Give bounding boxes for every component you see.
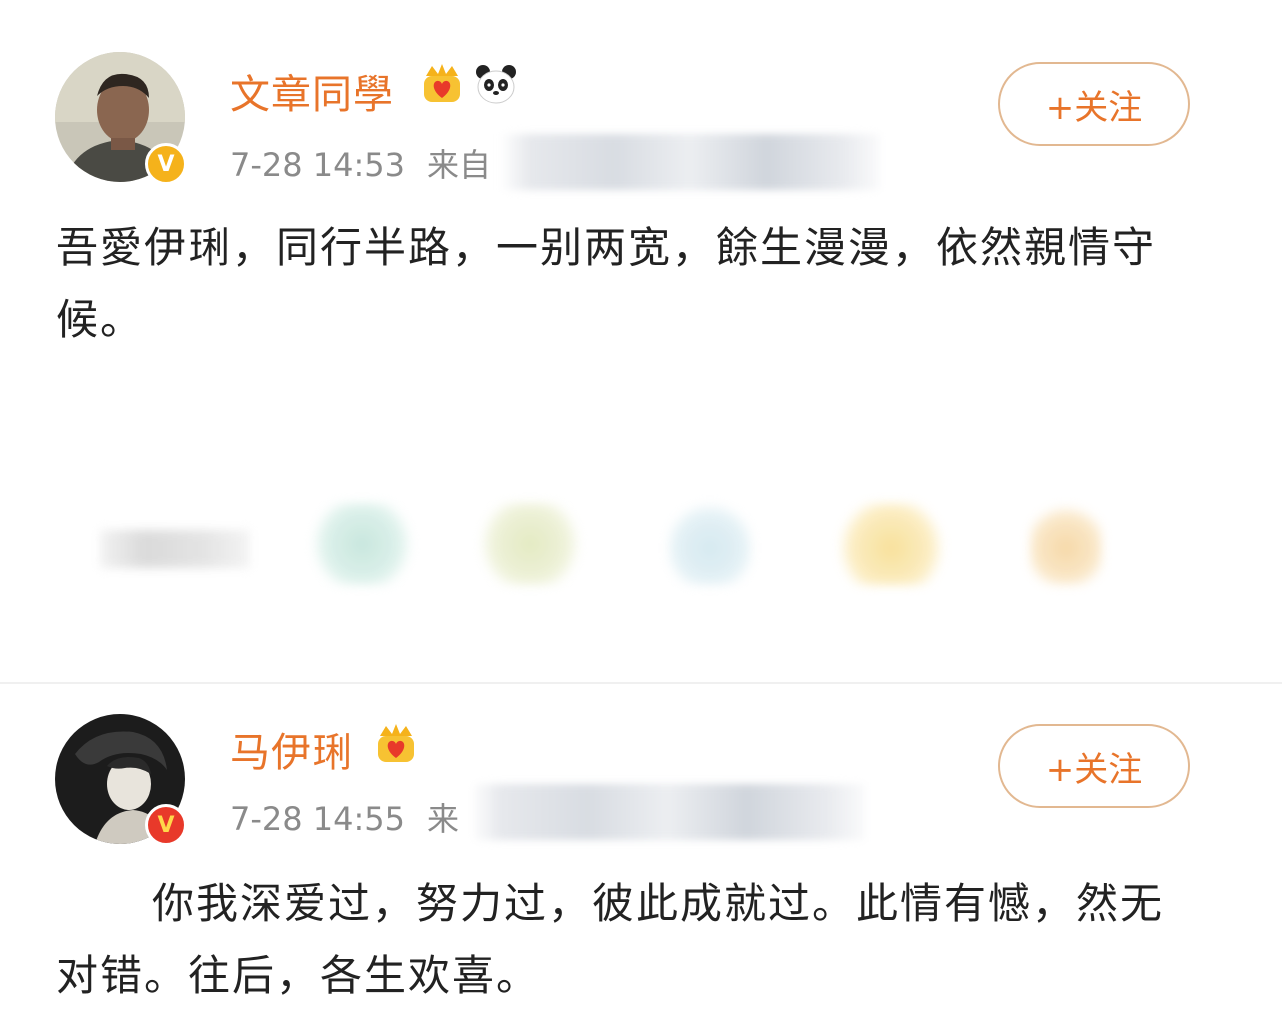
post-source: 来自: [427, 146, 492, 184]
post-meta: 7-28 14:53 来自: [230, 140, 491, 186]
post-card: V 文章同學 7-28 14:53 来自 +关注 吾愛伊琍，同行半路，一别两宽，餘…: [0, 0, 1282, 680]
username[interactable]: 文章同學: [230, 62, 394, 120]
post-content: 你我深爱过，努力过，彼此成就过。此情有憾，然无对错。往后，各生欢喜。: [56, 879, 1165, 1000]
post-time: 7-28 14:53: [230, 146, 406, 184]
verified-badge-icon: V: [145, 143, 187, 185]
post-time: 7-28 14:55: [230, 800, 406, 838]
share-icon[interactable]: [100, 530, 250, 568]
crown-heart-badge-icon: [378, 724, 414, 762]
post-source: 来: [427, 800, 460, 838]
comment-icon[interactable]: [308, 503, 416, 585]
verified-badge-icon: V: [145, 804, 187, 846]
post-meta: 7-28 14:55 来: [230, 794, 459, 840]
follow-button[interactable]: +关注: [998, 724, 1190, 808]
weibo-feed: V 文章同學 7-28 14:53 来自 +关注 吾愛伊琍，同行半路，一别两宽，餘…: [0, 0, 1282, 1018]
post-card: V 马伊琍 7-28 14:55 来 +关注 你我深爱过，努力过，彼此成就过。此情…: [0, 690, 1282, 1018]
post-divider: [0, 682, 1282, 684]
repost-icon[interactable]: [668, 503, 752, 585]
action-bar: [0, 495, 1282, 595]
crown-heart-badge-icon: [424, 64, 460, 102]
favorite-icon[interactable]: [1030, 503, 1102, 585]
blurred-source-text: [500, 134, 880, 190]
username[interactable]: 马伊琍: [230, 720, 353, 778]
post-content: 吾愛伊琍，同行半路，一别两宽，餘生漫漫，依然親情守候。: [56, 223, 1157, 344]
follow-button[interactable]: +关注: [998, 62, 1190, 146]
gift-icon[interactable]: [836, 503, 946, 585]
like-icon[interactable]: [476, 503, 584, 585]
panda-badge-icon: [476, 65, 516, 104]
blurred-source-text: [470, 784, 865, 840]
